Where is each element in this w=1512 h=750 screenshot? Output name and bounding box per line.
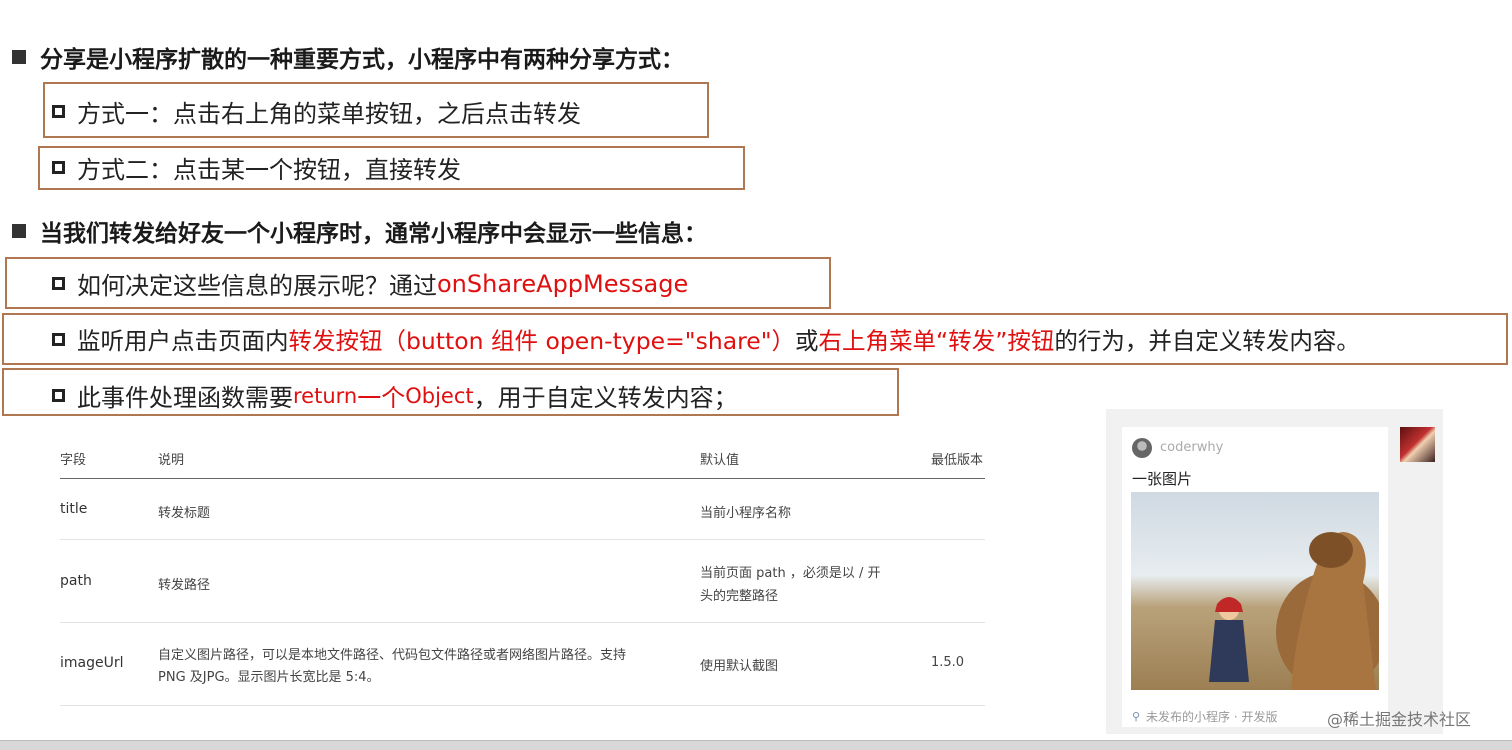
user-avatar-icon: [1132, 438, 1152, 458]
hollow-square-icon: [52, 105, 65, 118]
bullet-text: 分享是小程序扩散的一种重要方式，小程序中有两种分享方式：: [40, 47, 684, 73]
cell-field: path: [60, 573, 92, 589]
header-desc: 说明: [158, 453, 185, 468]
cell-field: imageUrl: [60, 655, 124, 671]
bullet-text: 当我们转发给好友一个小程序时，通常小程序中会显示一些信息：: [40, 221, 707, 247]
sub-text: 的行为，并自定义转发内容。: [1054, 327, 1360, 355]
cell-default: 当前小程序名称: [700, 506, 792, 521]
sub-text: 此事件处理函数需要: [77, 384, 293, 412]
square-bullet-icon: [12, 224, 26, 238]
object-keyword: Object: [405, 383, 474, 408]
card-footer: ⚲ 未发布的小程序 · 开发版: [1132, 708, 1277, 725]
cell-field: title: [60, 501, 88, 517]
table-row: imageUrl 自定义图片路径，可以是本地文件路径、代码包文件路径或者网络图片…: [60, 623, 985, 706]
hollow-square-icon: [52, 389, 65, 402]
header-version: 最低版本: [931, 453, 984, 468]
card-username: coderwhy: [1160, 440, 1224, 455]
return-keyword: return: [293, 383, 358, 408]
watermark: @稀土掘金技术社区: [1327, 710, 1472, 729]
sub-item-handler: 此事件处理函数需要 return 一个 Object ，用于自定义转发内容；: [52, 378, 738, 413]
card-caption: 一张图片: [1132, 470, 1193, 488]
hollow-square-icon: [52, 332, 65, 346]
sub-text: 方式一：点击右上角的菜单按钮，之后点击转发: [77, 100, 581, 128]
cell-default: 使用默认截图: [700, 659, 779, 674]
table-header: 字段 说明 默认值 最低版本: [60, 438, 985, 479]
menu-share-text: 右上角菜单“转发”按钮: [818, 327, 1055, 355]
table-row: title 转发标题 当前小程序名称: [60, 479, 985, 540]
header-default: 默认值: [700, 453, 740, 468]
sub-text: 或: [795, 327, 819, 355]
sub-text: ，用于自定义转发内容；: [473, 384, 738, 412]
card-footer-text: 未发布的小程序 · 开发版: [1146, 710, 1278, 724]
sub-text: 监听用户点击页面内: [77, 327, 289, 355]
sub-item-how: 如何决定这些信息的展示呢？通过 onShareAppMessage: [52, 266, 688, 301]
sub-text: 如何决定这些信息的展示呢？通过: [77, 272, 437, 300]
sub-text-red: 一个: [357, 384, 406, 412]
cell-desc: 自定义图片路径，可以是本地文件路径、代码包文件路径或者网络图片路径。支持: [158, 648, 627, 663]
sub-item-way2: 方式二：点击某一个按钮，直接转发: [52, 150, 461, 185]
card-photo: [1131, 492, 1379, 690]
cell-desc: PNG 及JPG。显示图片长宽比是 5:4。: [158, 670, 380, 685]
cell-desc: 转发路径: [158, 578, 211, 593]
bullet-share-info: 当我们转发给好友一个小程序时，通常小程序中会显示一些信息：: [12, 214, 707, 248]
sender-avatar: [1400, 427, 1435, 462]
bullet-share-methods: 分享是小程序扩散的一种重要方式，小程序中有两种分享方式：: [12, 40, 684, 74]
sub-item-listen: 监听用户点击页面内 转发按钮（button 组件 open-type="shar…: [52, 322, 1360, 356]
cell-version: 1.5.0: [931, 655, 965, 670]
share-button-text: 转发按钮（button 组件 open-type="share"）: [288, 327, 796, 355]
hollow-square-icon: [52, 161, 65, 174]
cell-default: 当前页面 path ，必须是以 / 开: [700, 566, 881, 581]
camel-and-child-image: [1209, 532, 1379, 690]
table-row: path 转发路径 当前页面 path ，必须是以 / 开 头的完整路径: [60, 540, 985, 623]
header-field: 字段: [60, 453, 87, 468]
square-bullet-icon: [12, 50, 26, 64]
cell-default: 头的完整路径: [700, 589, 779, 604]
api-name: onShareAppMessage: [437, 269, 689, 298]
link-icon: ⚲: [1132, 709, 1141, 723]
hollow-square-icon: [52, 277, 65, 290]
sub-item-way1: 方式一：点击右上角的菜单按钮，之后点击转发: [52, 94, 581, 129]
cell-desc: 转发标题: [158, 506, 211, 521]
sub-text: 方式二：点击某一个按钮，直接转发: [77, 156, 461, 184]
share-card[interactable]: coderwhy 一张图片 ⚲ 未发布的小程序 · 开发版: [1122, 427, 1388, 727]
